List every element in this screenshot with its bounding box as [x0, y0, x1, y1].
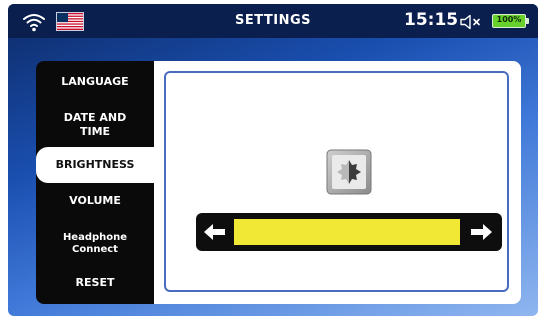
arrow-left-icon[interactable] — [198, 213, 230, 251]
tab-headphone-connect-label: Headphone Connect — [62, 232, 128, 255]
settings-tabs: LANGUAGE DATE AND TIME BRIGHTNESS VOLUME… — [36, 61, 154, 304]
tab-volume[interactable]: VOLUME — [36, 185, 154, 217]
brightness-level-fill — [234, 219, 460, 245]
tab-brightness[interactable]: BRIGHTNESS — [36, 147, 154, 183]
speaker-muted-icon[interactable] — [458, 13, 484, 31]
brightness-frame — [164, 71, 509, 292]
tab-brightness-label: BRIGHTNESS — [55, 158, 135, 171]
status-bar: SETTINGS 15:15 100% — [8, 4, 538, 38]
tab-reset[interactable]: RESET — [36, 267, 154, 299]
battery-icon: 100% — [492, 14, 530, 28]
tab-date-and-time-label: DATE AND TIME — [63, 111, 127, 138]
battery-tip — [526, 18, 529, 24]
tab-date-and-time[interactable]: DATE AND TIME — [36, 103, 154, 147]
tab-reset-label: RESET — [75, 276, 115, 289]
battery-level: 100% — [496, 15, 522, 24]
brightness-panel — [154, 61, 521, 304]
tab-language[interactable]: LANGUAGE — [36, 67, 154, 97]
tab-volume-label: VOLUME — [69, 194, 121, 207]
brightness-icon — [326, 149, 372, 195]
tab-language-label: LANGUAGE — [61, 75, 129, 88]
device-screen: SETTINGS 15:15 100% LANGUAGE DATE AND TI… — [8, 4, 538, 316]
clock: 15:15 — [404, 10, 459, 30]
tab-headphone-connect[interactable]: Headphone Connect — [36, 225, 154, 263]
brightness-slider[interactable] — [196, 213, 502, 251]
arrow-right-icon[interactable] — [466, 213, 498, 251]
